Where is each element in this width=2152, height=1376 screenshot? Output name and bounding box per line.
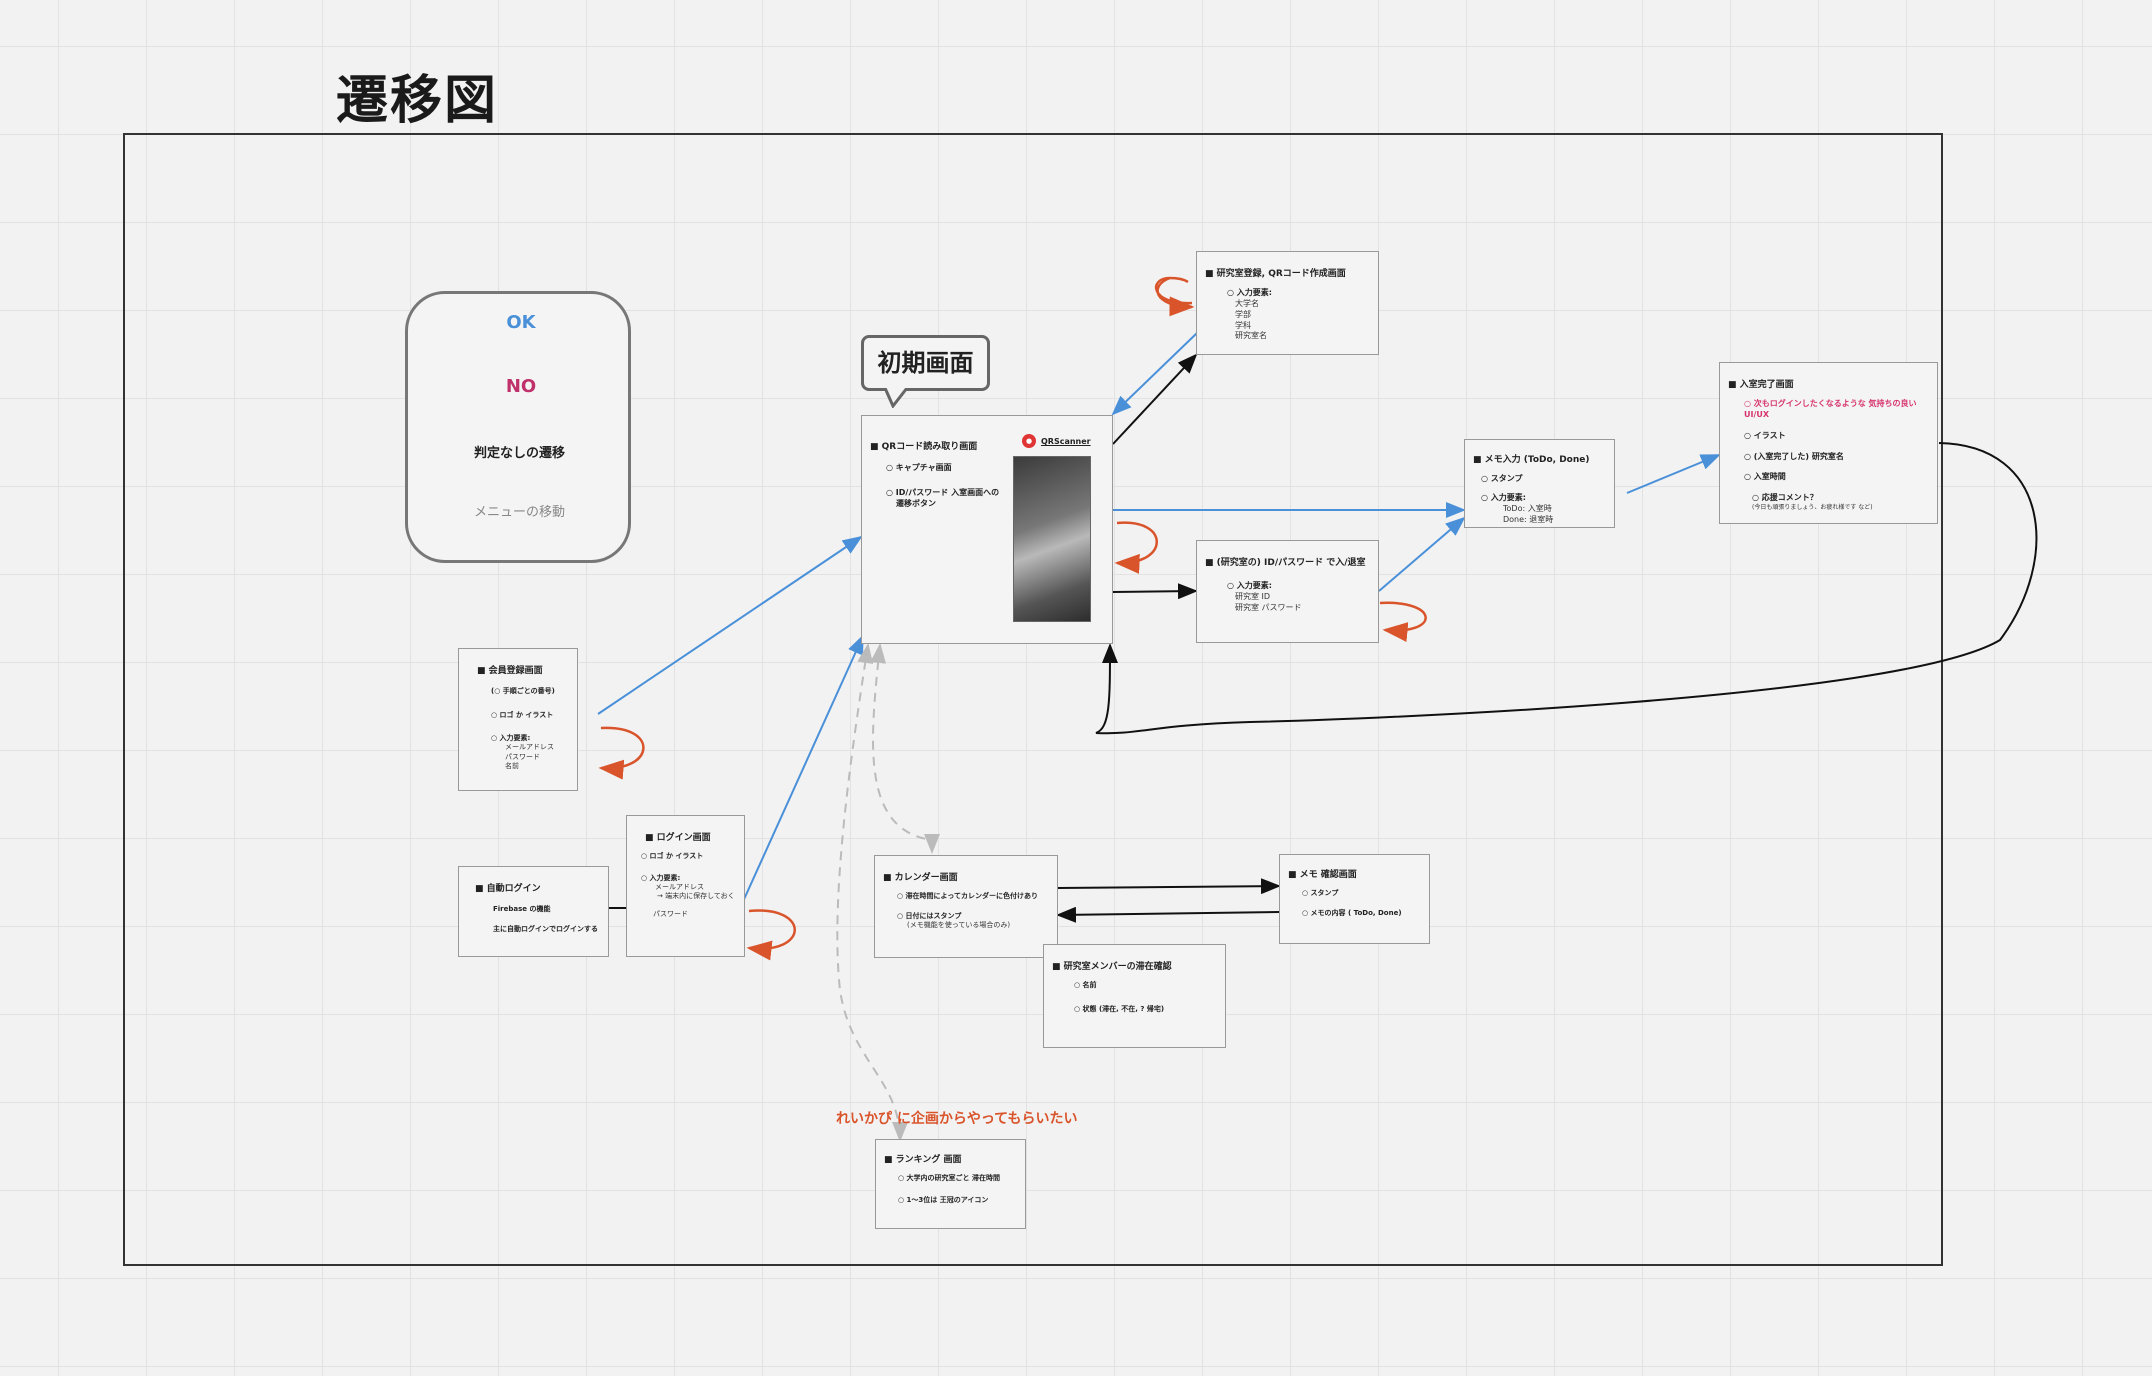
screen-calendar: ■ カレンダー画面 ○ 滞在時間によってカレンダーに色付けあり ○ 日付にはスタ… [874, 855, 1058, 958]
legend-no-label: NO [505, 376, 537, 397]
screen-header: ■ 会員登録画面 [477, 666, 543, 676]
screen-item: ○ 状態 (滞在, 不在, ? 帰宅) [1074, 1004, 1165, 1013]
screen-subitem: 学科 [1235, 320, 1251, 330]
arrow-idpass-to-memo [1378, 516, 1466, 592]
screen-header: ■ カレンダー画面 [883, 873, 958, 883]
screen-subitem: 研究室 パスワード [1235, 602, 1302, 612]
legend-menu-label: メニューの移動 [474, 505, 566, 520]
arrow-qr-to-idpass [1112, 583, 1198, 600]
bubble-tail [885, 388, 909, 408]
screen-item: ○ 大学内の研究室ごと 滞在時間 [898, 1174, 1000, 1183]
transition-arrows [472, 276, 2038, 1142]
loop-login [746, 909, 796, 961]
arrow-login-to-qr [740, 634, 864, 907]
screen-header: ■ 研究室登録, QRコード作成画面 [1205, 269, 1346, 279]
screen-item: ○ 1〜3位は 王冠のアイコン [898, 1195, 989, 1204]
screen-subitem: 研究室 ID [1235, 591, 1271, 601]
screen-header: ■ ログイン画面 [645, 833, 711, 843]
screen-subitem: ToDo: 入室時 [1503, 503, 1552, 513]
screen-member-register: ■ 会員登録画面 (○ 手順ごとの番号) ○ ロゴ か イラスト ○ 入力要素:… [458, 648, 578, 791]
screen-entry-complete: ■ 入室完了画面 ○ 次もログインしたくなるような 気持ちの良い UI/UX ○… [1719, 362, 1938, 524]
screen-header: ■ メモ入力 (ToDo, Done) [1473, 455, 1590, 465]
screen-item: 主に自動ログインでログインする [493, 924, 598, 933]
legend-panel: OK NO 判定なしの遷移 メニューの移動 [405, 291, 631, 563]
qr-app-icon: ● [1022, 434, 1036, 448]
arrow-memo-to-done [1626, 454, 1721, 494]
screen-subitem: (今日も頑張りましょう、お疲れ様です など) [1752, 503, 1873, 511]
screen-item: ○ ロゴ か イラスト [491, 710, 554, 719]
screen-item: ○ スタンプ [1481, 474, 1523, 484]
screen-item: ○ 次もログインしたくなるような 気持ちの良い UI/UX [1744, 399, 1917, 419]
arrow-calendar-to-memoconfirm [1057, 878, 1281, 895]
screen-item: ○ 入力要素: [491, 734, 531, 743]
screen-item: ○ 入力要素: [641, 873, 681, 882]
qr-app-name: QRScanner [1041, 437, 1091, 446]
planning-note: れいかぴ に企画からやってもらいたい [836, 1111, 1078, 1127]
screen-subitem: 学部 [1235, 309, 1251, 319]
screen-subitem: パスワード [505, 752, 540, 761]
screen-item: ○ メモの内容 ( ToDo, Done) [1302, 908, 1402, 917]
screen-subitem: 研究室名 [1235, 331, 1267, 341]
arrow-labreg-to-qr [1111, 332, 1198, 416]
screen-id-password: ■ (研究室の) ID/パスワード で入/退室 ○ 入力要素: 研究室 ID 研… [1196, 540, 1379, 643]
legend-ok-label: OK [506, 312, 536, 333]
screen-item: ○ ロゴ か イラスト [641, 852, 704, 861]
screen-item: ○ 滞在時間によってカレンダーに色付けあり [897, 892, 1038, 901]
loop-qr [1114, 521, 1158, 574]
loop-register [598, 726, 645, 780]
screen-subitem: パスワード [653, 909, 688, 918]
screen-subitem: Done: 退室時 [1503, 514, 1554, 524]
screen-member-status: ■ 研究室メンバーの滞在確認 ○ 名前 ○ 状態 (滞在, 不在, ? 帰宅) [1043, 944, 1226, 1048]
screen-item: ○ 日付にはスタンプ [897, 911, 962, 920]
initial-screen-bubble: 初期画面 [861, 335, 990, 391]
screen-item: ○ イラスト [1744, 430, 1786, 440]
screen-auto-login: ■ 自動ログイン Firebase の機能 主に自動ログインでログインする [458, 866, 609, 957]
screen-item: Firebase の機能 [493, 905, 551, 914]
loop-idpass [1379, 601, 1427, 642]
screen-item: ○ (入室完了した) 研究室名 [1744, 451, 1844, 461]
legend-none-label: 判定なしの遷移 [474, 446, 566, 461]
screen-ranking: ■ ランキング 画面 ○ 大学内の研究室ごと 滞在時間 ○ 1〜3位は 王冠のア… [875, 1139, 1026, 1229]
screen-subitem: メールアドレス [505, 743, 554, 752]
screen-item: ○ スタンプ [1302, 889, 1339, 898]
screen-header: ■ ランキング 画面 [884, 1155, 962, 1165]
screen-header: ■ 研究室メンバーの滞在確認 [1052, 962, 1172, 972]
screen-item: ○ 入力要素: [1227, 288, 1272, 298]
screen-item: (○ 手順ごとの番号) [491, 687, 555, 696]
arrow-memoconfirm-to-calendar [1056, 906, 1280, 923]
screen-item: ○ 入力要素: [1227, 581, 1272, 591]
screen-item: ○ 入室時間 [1744, 472, 1786, 482]
screen-subitem: 大学名 [1235, 298, 1259, 308]
screen-login: ■ ログイン画面 ○ ロゴ か イラスト ○ 入力要素: メールアドレス → 端… [626, 815, 745, 957]
screen-lab-register: ■ 研究室登録, QRコード作成画面 ○ 入力要素: 大学名 学部 学科 研究室… [1196, 251, 1379, 355]
screen-memo-input: ■ メモ入力 (ToDo, Done) ○ スタンプ ○ 入力要素: ToDo:… [1464, 439, 1615, 528]
diagram-canvas: 遷移図 OK NO 判定なしの遷移 メニューの移動 初期画面 ■ QRコード読み… [0, 0, 2152, 1376]
screen-header: ■ 自動ログイン [475, 884, 541, 894]
arrow-register-to-qr [597, 535, 863, 715]
screen-item: ○ 名前 [1074, 981, 1097, 990]
arrow-qr-to-labreg [1112, 353, 1198, 445]
screen-item: ○ 入力要素: [1481, 492, 1526, 502]
screen-header: ■ 入室完了画面 [1728, 380, 1794, 390]
screen-header: ■ (研究室の) ID/パスワード で入/退室 [1205, 558, 1366, 568]
screen-subitem: 名前 [505, 762, 519, 771]
phone-screenshot-image [1013, 456, 1091, 622]
screen-item: ○ 応援コメント？ [1752, 493, 1818, 503]
screen-header: ■ メモ 確認画面 [1288, 870, 1357, 880]
menu-qr-calendar [870, 643, 940, 854]
screen-memo-confirm: ■ メモ 確認画面 ○ スタンプ ○ メモの内容 ( ToDo, Done) [1279, 854, 1430, 944]
screen-subitem: → 端末内に保存しておく [657, 892, 735, 901]
screen-subitem: (メモ機能を使っている場合のみ) [907, 921, 1011, 930]
